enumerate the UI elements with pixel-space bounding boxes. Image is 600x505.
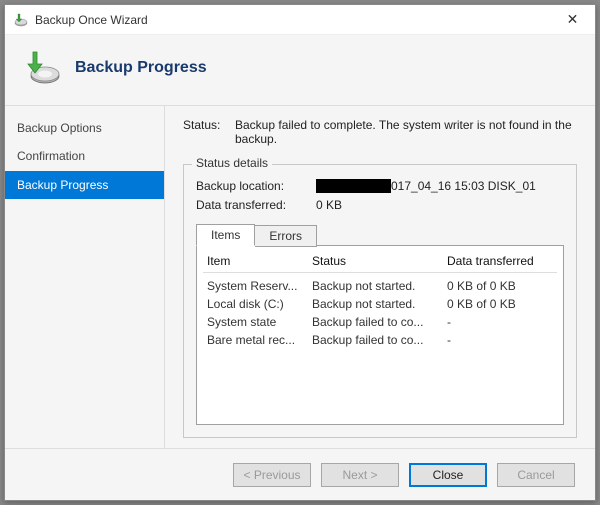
next-button: Next > (321, 463, 399, 487)
wizard-window: Backup Once Wizard ✕ Backup Progress Bac… (4, 4, 596, 501)
sidebar-item-label: Confirmation (17, 149, 85, 163)
header-transferred[interactable]: Data transferred (447, 254, 553, 268)
location-value: 017_04_16 15:03 DISK_01 (316, 179, 564, 194)
sidebar-item-confirmation[interactable]: Confirmation (5, 142, 164, 170)
wizard-header: Backup Progress (5, 35, 595, 106)
cell-item: Local disk (C:) (207, 297, 312, 311)
grid-row[interactable]: System state Backup failed to co... - (203, 313, 557, 331)
transferred-value: 0 KB (316, 198, 564, 212)
grid-row[interactable]: System Reserv... Backup not started. 0 K… (203, 277, 557, 295)
cell-item: System Reserv... (207, 279, 312, 293)
group-title: Status details (192, 156, 272, 170)
location-label: Backup location: (196, 179, 316, 194)
cell-item: System state (207, 315, 312, 329)
content-pane: Status: Backup failed to complete. The s… (165, 106, 595, 448)
status-row: Status: Backup failed to complete. The s… (183, 118, 577, 146)
cell-status: Backup not started. (312, 279, 447, 293)
tab-errors[interactable]: Errors (255, 225, 317, 247)
tab-label: Errors (269, 229, 302, 243)
sidebar-item-backup-options[interactable]: Backup Options (5, 114, 164, 142)
sidebar-item-label: Backup Options (17, 121, 102, 135)
tab-strip: Items Errors (196, 224, 564, 246)
sidebar: Backup Options Confirmation Backup Progr… (5, 106, 165, 448)
grid-header: Item Status Data transferred (203, 252, 557, 270)
status-details-group: Status details Backup location: 017_04_1… (183, 164, 577, 438)
grid-row[interactable]: Bare metal rec... Backup failed to co...… (203, 331, 557, 349)
location-suffix: 017_04_16 15:03 DISK_01 (391, 179, 536, 193)
cell-status: Backup not started. (312, 297, 447, 311)
status-label: Status: (183, 118, 235, 146)
window-title: Backup Once Wizard (35, 13, 550, 27)
backup-location-row: Backup location: 017_04_16 15:03 DISK_01 (196, 179, 564, 194)
tab-items[interactable]: Items (196, 224, 255, 246)
cancel-button: Cancel (497, 463, 575, 487)
titlebar: Backup Once Wizard ✕ (5, 5, 595, 35)
sidebar-item-backup-progress[interactable]: Backup Progress (5, 171, 164, 199)
tab-label: Items (211, 228, 240, 242)
sidebar-item-label: Backup Progress (17, 178, 108, 192)
backup-icon (23, 49, 61, 87)
wizard-body: Backup Options Confirmation Backup Progr… (5, 106, 595, 448)
header-item[interactable]: Item (207, 254, 312, 268)
close-icon[interactable]: ✕ (550, 5, 595, 35)
cell-transferred: - (447, 315, 553, 329)
redacted-block (316, 179, 391, 193)
wizard-footer: < Previous Next > Close Cancel (5, 448, 595, 500)
page-title: Backup Progress (75, 59, 207, 77)
status-value: Backup failed to complete. The system wr… (235, 118, 577, 146)
data-transferred-row: Data transferred: 0 KB (196, 198, 564, 212)
transferred-label: Data transferred: (196, 198, 316, 212)
grid-row[interactable]: Local disk (C:) Backup not started. 0 KB… (203, 295, 557, 313)
close-button[interactable]: Close (409, 463, 487, 487)
header-status[interactable]: Status (312, 254, 447, 268)
cell-transferred: 0 KB of 0 KB (447, 279, 553, 293)
items-grid: Item Status Data transferred System Rese… (203, 252, 557, 349)
previous-button: < Previous (233, 463, 311, 487)
cell-transferred: 0 KB of 0 KB (447, 297, 553, 311)
cell-item: Bare metal rec... (207, 333, 312, 347)
grid-divider (203, 272, 557, 273)
tab-panel-items: Item Status Data transferred System Rese… (196, 245, 564, 425)
cell-status: Backup failed to co... (312, 333, 447, 347)
cell-transferred: - (447, 333, 553, 347)
app-icon (13, 12, 29, 28)
cell-status: Backup failed to co... (312, 315, 447, 329)
